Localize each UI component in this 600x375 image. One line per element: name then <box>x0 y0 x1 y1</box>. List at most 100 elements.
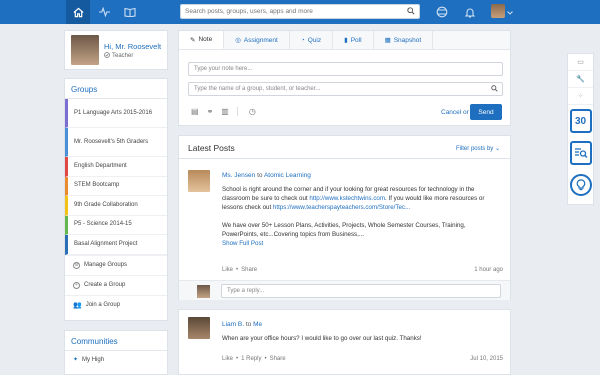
post-header: Liam B. to Me <box>222 321 262 328</box>
bar-chart-icon: ▮ <box>344 37 348 44</box>
library-icon[interactable]: ▥ <box>221 107 229 116</box>
tab-assignment[interactable]: ◎ Assignment <box>224 31 290 49</box>
divider <box>236 107 241 116</box>
calendar-icon: 30 <box>569 109 592 133</box>
chevron-down-icon[interactable] <box>506 5 514 21</box>
composer-tabs: ✎ Note ◎ Assignment ◔ Quiz ▮ Poll ▦ Snap… <box>179 31 510 50</box>
post-author[interactable]: Ms. Jensen <box>222 172 255 179</box>
post: Ms. Jensen to Atomic Learning School is … <box>178 158 511 300</box>
right-rail: ▭ 🔧 ⁘ 30 <box>567 53 594 205</box>
pencil-icon: ✎ <box>190 36 196 44</box>
gear-icon: ⚙ <box>73 261 80 269</box>
show-full-post-link[interactable]: Show Full Post <box>222 239 502 248</box>
tab-note[interactable]: ✎ Note <box>179 31 225 49</box>
post-link[interactable]: http://www.kstechtwins.com <box>309 195 385 202</box>
note-input[interactable]: Type your note here... <box>188 62 503 76</box>
send-button[interactable]: Send <box>470 104 502 120</box>
search-list-icon <box>569 141 592 165</box>
post-body: School is right around the corner and if… <box>222 185 502 248</box>
post-target[interactable]: Atomic Learning <box>264 172 311 179</box>
quiz-icon: ◔ <box>300 36 305 44</box>
post-text: lessons check out <box>222 204 272 211</box>
top-bar <box>0 0 600 24</box>
tab-poll[interactable]: ▮ Poll <box>333 31 374 49</box>
join-group-link[interactable]: 👥 Join a Group <box>65 294 167 315</box>
author-avatar[interactable] <box>188 317 210 339</box>
group-item[interactable]: P1 Language Arts 2015-2016 <box>65 99 167 128</box>
profile-photo[interactable] <box>71 35 99 65</box>
profile-greeting[interactable]: Hi, Mr. Roosevelt <box>104 42 161 51</box>
filter-posts-dropdown[interactable]: Filter posts by ⌄ <box>456 145 500 152</box>
tab-snapshot-label: Snapshot <box>393 36 422 44</box>
community-item[interactable]: ✦ My High <box>65 351 167 368</box>
composer-tools: ▤ ⚭ ▥ ◷ <box>191 107 256 116</box>
recipient-placeholder: Type the name of a group, student, or te… <box>194 86 321 92</box>
separator: • <box>236 267 239 273</box>
attachment-file-icon[interactable]: ▤ <box>191 107 199 116</box>
create-group-link[interactable]: + Create a Group <box>65 274 167 295</box>
home-icon[interactable] <box>66 0 90 24</box>
calendar-app-button[interactable]: 30 <box>568 105 593 137</box>
like-button[interactable]: Like <box>222 356 233 362</box>
grid-apps-icon[interactable]: ⁘ <box>568 88 593 105</box>
group-item[interactable]: English Department <box>65 157 167 177</box>
tab-quiz-label: Quiz <box>307 36 322 44</box>
manage-groups-label: Manage Groups <box>84 262 128 268</box>
profile-role-label: Teacher <box>112 53 134 59</box>
author-avatar[interactable] <box>188 170 210 192</box>
share-button[interactable]: Share <box>270 356 286 362</box>
notifications-bell-icon[interactable] <box>462 4 478 20</box>
group-item[interactable]: 9th Grade Collaboration <box>65 196 167 216</box>
post-link[interactable]: https://www.teacherspayteachers.com/Stor… <box>273 204 410 211</box>
post-target[interactable]: Me <box>253 321 262 328</box>
create-group-label: Create a Group <box>84 282 126 288</box>
check-circle-icon <box>104 52 110 60</box>
search-list-app-button[interactable] <box>568 137 593 169</box>
post-text-line: lessons check out https://www.teacherspa… <box>222 203 502 212</box>
search-icon[interactable] <box>407 7 415 17</box>
idea-app-button[interactable] <box>568 169 593 201</box>
post-date: Jul 10, 2015 <box>470 356 503 362</box>
group-item[interactable]: Basal Alignment Project <box>65 235 167 255</box>
wrench-icon[interactable]: 🔧 <box>568 71 593 88</box>
apps-icon[interactable] <box>434 4 450 20</box>
archive-icon[interactable]: ▭ <box>568 54 593 71</box>
snapshot-icon: ▦ <box>384 37 391 44</box>
reply-avatar <box>197 285 210 298</box>
share-button[interactable]: Share <box>241 267 257 273</box>
cancel-link[interactable]: Cancel or <box>441 109 469 116</box>
tab-quiz[interactable]: ◔ Quiz <box>290 31 334 49</box>
post-composer: ✎ Note ◎ Assignment ◔ Quiz ▮ Poll ▦ Snap… <box>178 30 511 126</box>
community-item-label: My High <box>82 356 105 363</box>
group-item[interactable]: P5 - Science 2014-15 <box>65 215 167 235</box>
search-input[interactable] <box>181 5 396 18</box>
reply-input[interactable]: Type a reply... <box>221 284 501 298</box>
post-to: to <box>257 172 263 179</box>
link-icon[interactable]: ⚭ <box>207 107 214 116</box>
like-button[interactable]: Like <box>222 267 233 273</box>
feed: Latest Posts Filter posts by ⌄ Ms. Jense… <box>178 135 511 375</box>
backpack-icon[interactable] <box>122 4 138 20</box>
activity-icon[interactable] <box>96 4 112 20</box>
replies-link[interactable]: 1 Reply <box>241 356 261 362</box>
group-item[interactable]: Mr. Roosevelt's 5th Graders <box>65 128 167 157</box>
clock-icon[interactable]: ◷ <box>249 107 256 116</box>
recipient-input[interactable]: Type the name of a group, student, or te… <box>188 82 503 96</box>
profile-card: Hi, Mr. Roosevelt Teacher <box>64 30 168 70</box>
feed-header: Latest Posts Filter posts by ⌄ <box>178 135 511 159</box>
manage-groups-link[interactable]: ⚙ Manage Groups <box>65 254 167 275</box>
group-item[interactable]: STEM Bootcamp <box>65 176 167 196</box>
communities-title: Communities <box>65 331 167 351</box>
plus-icon: + <box>73 281 80 289</box>
check-circle-icon: ◎ <box>235 37 241 44</box>
post-header: Ms. Jensen to Atomic Learning <box>222 172 311 179</box>
separator: • <box>236 356 239 362</box>
tab-snapshot[interactable]: ▦ Snapshot <box>374 31 434 49</box>
users-icon: 👥 <box>73 302 82 309</box>
post-text: . If you would like more resources or <box>385 195 485 202</box>
post-author[interactable]: Liam B. <box>222 321 244 328</box>
post-to: to <box>245 321 252 328</box>
user-avatar[interactable] <box>491 4 505 18</box>
search-bar[interactable] <box>180 4 420 19</box>
